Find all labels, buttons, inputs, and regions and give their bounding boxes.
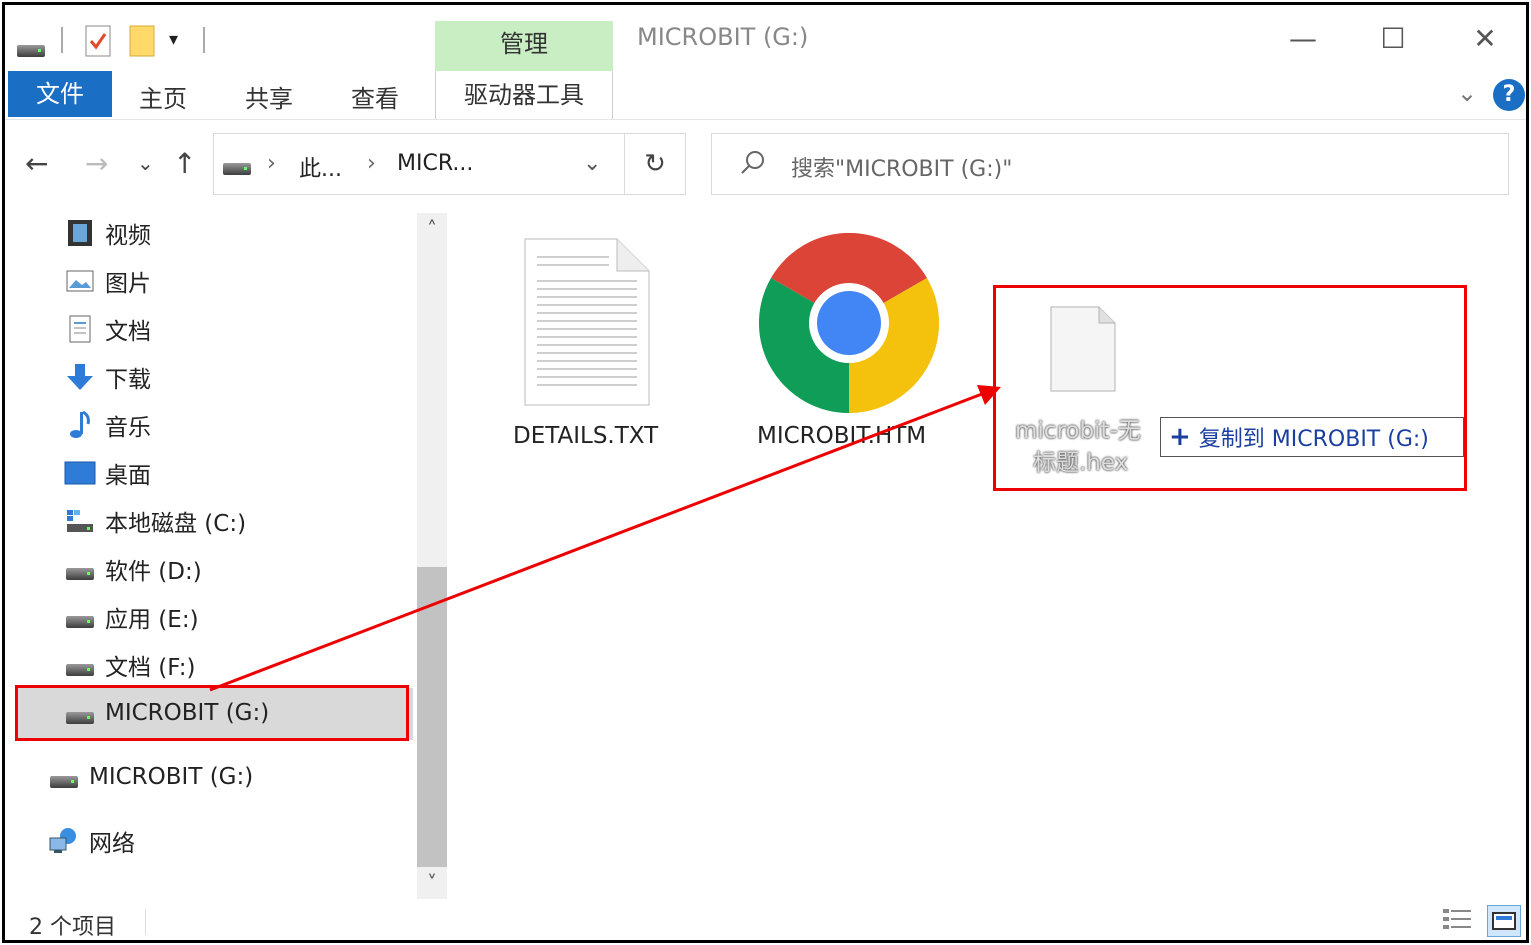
status-item-count: 2 个项目 xyxy=(29,915,116,940)
status-divider xyxy=(145,909,146,935)
details-view-icon[interactable] xyxy=(1441,905,1475,937)
explorer-window: ▾ 管理 MICROBIT (G:) — ☐ ✕ 文件 主页 共享 查看 驱动器… xyxy=(2,2,1529,943)
large-icons-view-icon[interactable] xyxy=(1487,905,1521,937)
drag-arrow xyxy=(209,385,1001,692)
